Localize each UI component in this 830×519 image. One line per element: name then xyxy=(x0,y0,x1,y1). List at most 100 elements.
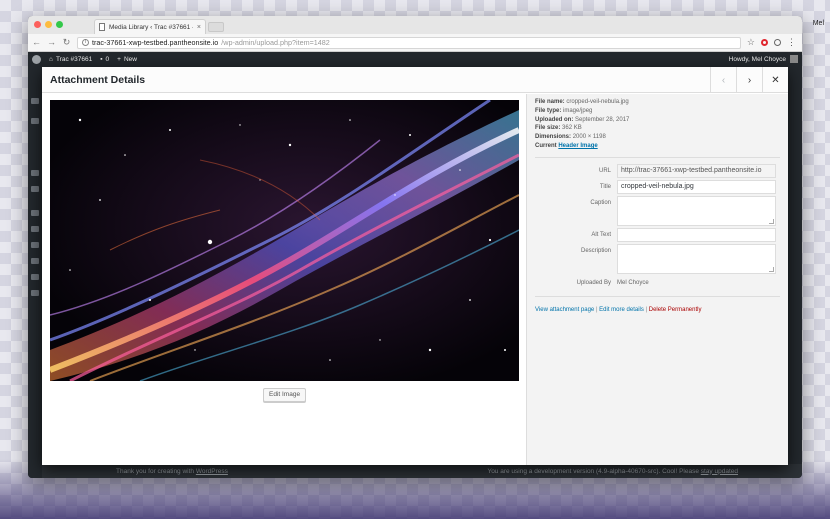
previous-attachment-button[interactable]: ‹ xyxy=(710,67,736,93)
admin-bar-site[interactable]: ⌂ Trac #37661 xyxy=(49,56,92,63)
users-icon[interactable] xyxy=(31,242,39,248)
next-attachment-button[interactable]: › xyxy=(736,67,762,93)
avatar xyxy=(790,55,798,63)
toolbar-extensions: ☆ ⋮ xyxy=(747,37,796,48)
browser-window: Media Library ‹ Trac #37661 - × ← → ↻ i … xyxy=(28,16,802,478)
wordpress-logo-icon[interactable] xyxy=(32,54,41,64)
footer-version-text: You are using a development version (4.9… xyxy=(487,467,699,475)
appearance-icon[interactable] xyxy=(31,210,39,216)
stay-updated-link[interactable]: stay updated xyxy=(701,468,738,475)
url-path: /wp-admin/upload.php?item=1482 xyxy=(221,38,330,47)
back-icon[interactable]: ← xyxy=(32,38,41,47)
alt-text-label: Alt Text xyxy=(591,231,611,238)
file-size-label: File size: xyxy=(535,125,561,132)
plugins-icon[interactable] xyxy=(31,226,39,232)
link-separator: | xyxy=(595,306,598,313)
file-type-label: File type: xyxy=(535,107,562,114)
modal-header: Attachment Details ‹ › ✕ xyxy=(42,67,788,93)
description-field[interactable] xyxy=(617,243,776,274)
file-name-label: File name: xyxy=(535,99,565,105)
attachment-actions: View attachment page | Edit more details… xyxy=(535,307,780,313)
admin-bar-account[interactable]: Howdy, Mel Choyce xyxy=(729,55,798,63)
admin-bar-new[interactable]: + New xyxy=(117,56,137,63)
window-controls xyxy=(34,21,63,28)
chevron-right-icon: › xyxy=(747,74,752,86)
file-name-value: cropped-veil-nebula.jpg xyxy=(566,99,629,105)
browser-tab[interactable]: Media Library ‹ Trac #37661 - × xyxy=(94,19,206,34)
new-tab-button[interactable] xyxy=(208,22,224,32)
description-row: Description xyxy=(535,243,780,274)
description-label: Description xyxy=(580,247,611,254)
os-user-name: Mel xyxy=(812,20,824,27)
view-attachment-page-link[interactable]: View attachment page xyxy=(535,307,594,313)
url-label: URL xyxy=(598,167,611,174)
uploaded-on-value: September 28, 2017 xyxy=(575,116,630,123)
caption-field[interactable] xyxy=(617,195,776,226)
header-image-link[interactable]: Header Image xyxy=(558,143,597,149)
url-host: trac-37661-xwp-testbed.pantheonsite.io xyxy=(92,38,219,47)
attachment-image xyxy=(50,100,519,381)
opera-extension-icon[interactable] xyxy=(761,39,768,46)
collapse-menu-icon[interactable] xyxy=(31,290,39,296)
modal-title: Attachment Details xyxy=(50,74,146,86)
edit-more-details-link[interactable]: Edit more details xyxy=(599,307,644,313)
caption-row: Caption xyxy=(535,195,780,226)
file-size-value: 362 KB xyxy=(562,125,582,132)
home-icon: ⌂ xyxy=(49,55,53,63)
url-row: URL http://trac-37661-xwp-testbed.panthe… xyxy=(535,163,780,178)
image-preview-pane: Edit Image xyxy=(42,94,526,465)
tools-icon[interactable] xyxy=(31,258,39,264)
plus-icon: + xyxy=(117,55,121,63)
minimize-window-button[interactable] xyxy=(45,21,52,28)
caption-label: Caption xyxy=(590,199,611,206)
forward-icon[interactable]: → xyxy=(47,38,56,47)
browser-menu-icon[interactable]: ⋮ xyxy=(787,38,796,47)
bookmark-star-icon[interactable]: ☆ xyxy=(747,37,755,48)
new-label: New xyxy=(123,55,137,63)
delete-permanently-link[interactable]: Delete Permanently xyxy=(649,307,702,313)
comments-icon[interactable] xyxy=(31,186,39,192)
close-icon: ✕ xyxy=(771,74,780,86)
tab-title: Media Library ‹ Trac #37661 - xyxy=(109,23,193,31)
link-separator: | xyxy=(645,306,648,313)
wp-admin-bar: ⌂ Trac #37661 ▪ 0 + New Howdy, Mel Choyc… xyxy=(28,52,802,66)
media-icon[interactable] xyxy=(31,118,39,124)
attachment-details-modal: Attachment Details ‹ › ✕ Edit Image File… xyxy=(42,67,788,465)
attachment-info-pane: File name: cropped-veil-nebula.jpg File … xyxy=(526,94,788,465)
nebula-image xyxy=(50,100,519,381)
file-type-row: File type: image/jpeg xyxy=(535,107,780,116)
howdy-text: Howdy, Mel Choyce xyxy=(728,55,786,63)
tab-close-icon[interactable]: × xyxy=(197,24,201,31)
title-label: Title xyxy=(599,183,611,190)
settings-icon[interactable] xyxy=(31,274,39,280)
footer-thanks: Thank you for creating with WordPress xyxy=(116,468,228,475)
alt-text-field[interactable] xyxy=(617,227,776,242)
close-modal-button[interactable]: ✕ xyxy=(762,67,788,93)
pages-icon[interactable] xyxy=(31,170,39,176)
title-field[interactable]: cropped-veil-nebula.jpg xyxy=(617,179,776,194)
info-icon[interactable]: i xyxy=(82,39,89,46)
wordpress-link[interactable]: WordPress xyxy=(196,468,228,475)
divider xyxy=(535,295,780,297)
admin-sidebar xyxy=(28,66,42,478)
file-type-value: image/jpeg xyxy=(563,107,593,114)
reload-icon[interactable]: ↻ xyxy=(62,38,71,47)
zoom-window-button[interactable] xyxy=(56,21,63,28)
file-size-row: File size: 362 KB xyxy=(535,124,780,133)
close-window-button[interactable] xyxy=(34,21,41,28)
edit-image-button[interactable]: Edit Image xyxy=(263,388,307,402)
modal-body: Edit Image File name: cropped-veil-nebul… xyxy=(42,94,788,465)
extension-icon[interactable] xyxy=(774,39,781,46)
posts-icon[interactable] xyxy=(31,98,39,104)
admin-bar-comments[interactable]: ▪ 0 xyxy=(100,56,109,63)
divider xyxy=(535,156,780,158)
dimensions-row: Dimensions: 2000 × 1198 xyxy=(535,133,780,142)
uploaded-on-label: Uploaded on: xyxy=(535,116,574,123)
file-name-row: File name: cropped-veil-nebula.jpg xyxy=(535,98,780,107)
browser-titlebar: Media Library ‹ Trac #37661 - × xyxy=(28,16,802,34)
url-field[interactable]: http://trac-37661-xwp-testbed.pantheonsi… xyxy=(617,163,776,178)
title-row: Title cropped-veil-nebula.jpg xyxy=(535,179,780,194)
address-bar[interactable]: i trac-37661-xwp-testbed.pantheonsite.io… xyxy=(77,36,741,49)
chevron-left-icon: ‹ xyxy=(721,74,726,86)
footer-version: You are using a development version (4.9… xyxy=(487,468,738,475)
